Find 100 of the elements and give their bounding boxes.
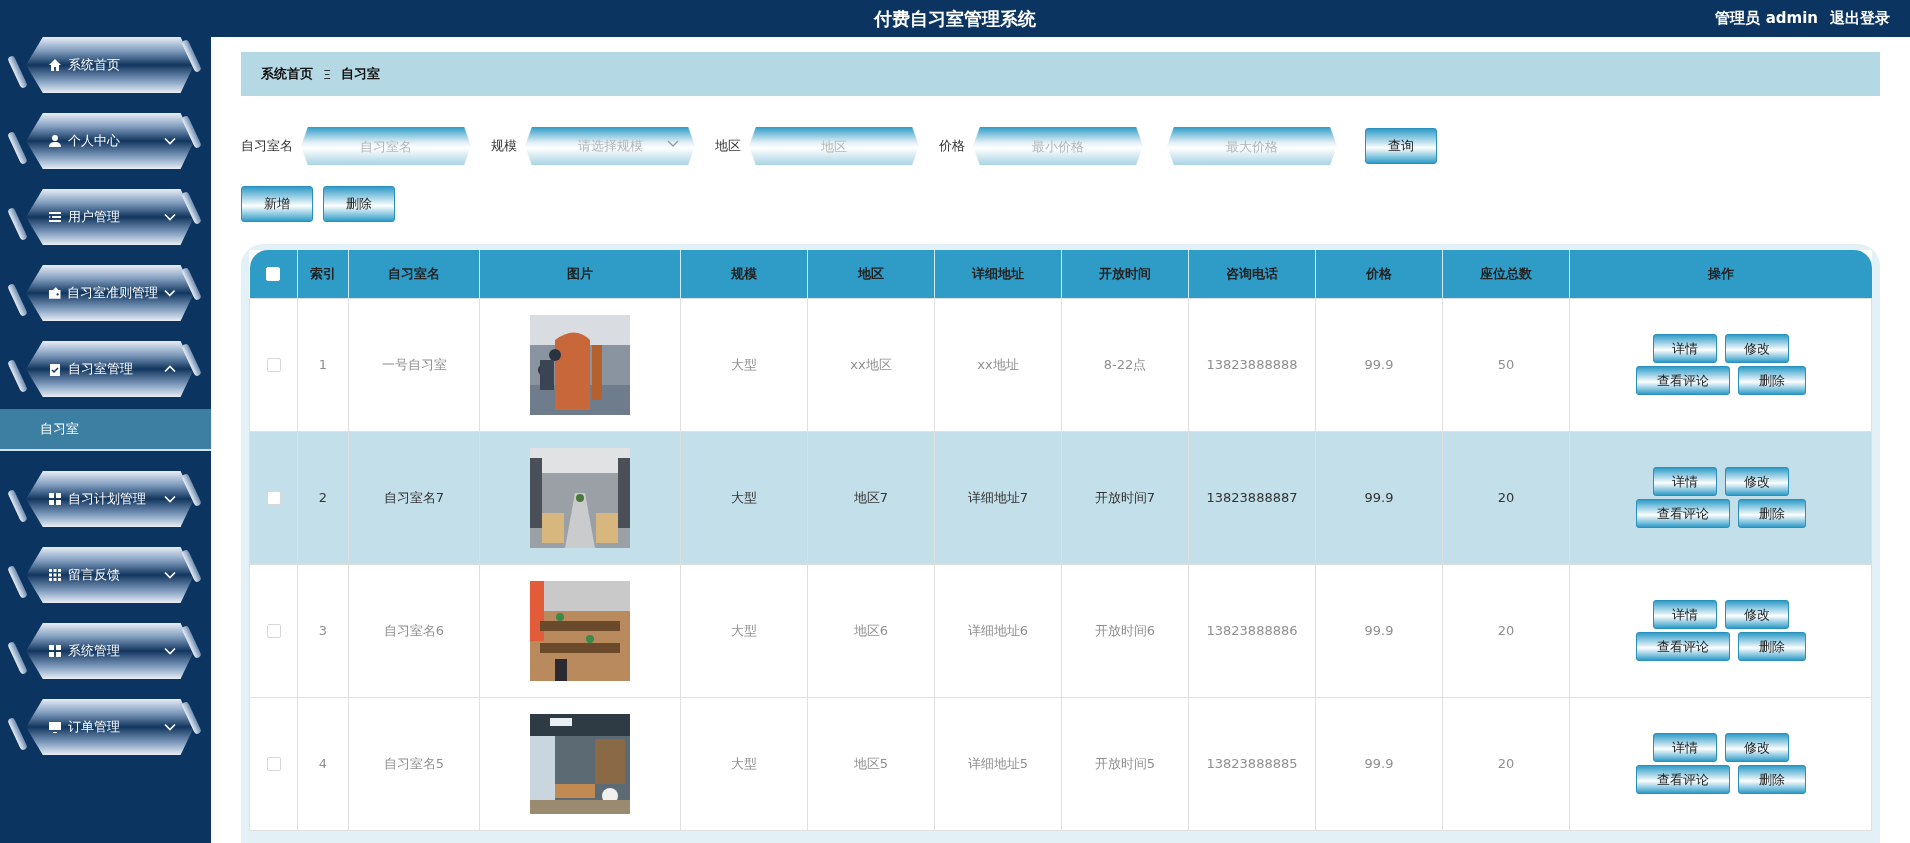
breadcrumb-item[interactable]: 系统首页 [261,65,313,83]
table-cell: 大型 [680,564,808,697]
table-cell: 1 [297,298,349,431]
table-cell: 地区6 [807,564,935,697]
action-button[interactable]: 新增 [241,186,313,222]
sidebar-item[interactable]: 订单管理 [26,699,194,755]
table-cell: 13823888885 [1188,697,1316,830]
table-cell: 自习室名5 [348,697,480,830]
column-header: 地区 [807,250,935,298]
row-action-button[interactable]: 查看评论 [1635,765,1730,794]
sidebar-item[interactable]: 系统首页 [26,37,194,93]
sidebar-item[interactable]: 个人中心 [26,113,194,169]
table-cell: 大型 [680,697,808,830]
text-field[interactable]: 自习室名 [301,127,471,165]
column-header: 咨询电话 [1188,250,1316,298]
checkbox[interactable] [266,490,281,505]
breadcrumb-separator: Ξ [323,66,332,82]
table-cell: 开放时间6 [1061,564,1189,697]
min-price-field[interactable]: 最小价格 [973,127,1143,165]
checkbox[interactable] [266,623,281,638]
table-cell: 20 [1442,564,1570,697]
table-cell: 99.9 [1315,431,1443,564]
table-cell: 开放时间7 [1061,431,1189,564]
table-cell: 20 [1442,431,1570,564]
filter-label: 价格 [939,137,965,155]
table-cell: 详细地址6 [934,564,1062,697]
user-label: 管理员 admin [1715,9,1818,28]
filter-label: 地区 [715,137,741,155]
table-cell: 地区7 [807,431,935,564]
row-action-button[interactable]: 修改 [1724,733,1789,762]
table-cell: 4 [297,697,349,830]
table-cell: 13823888887 [1188,431,1316,564]
table-cell: 开放时间5 [1061,697,1189,830]
table-cell: 大型 [680,298,808,431]
row-action-button[interactable]: 查看评论 [1635,499,1730,528]
sidebar-item[interactable]: 用户管理 [26,189,194,245]
row-action-button[interactable]: 删除 [1737,632,1806,661]
breadcrumb-item[interactable]: 自习室 [341,65,381,83]
column-header: 自习室名 [348,250,480,298]
table-cell: 一号自习室 [348,298,480,431]
column-header: 开放时间 [1061,250,1189,298]
action-button[interactable]: 删除 [323,186,395,222]
filter-label: 规模 [491,137,517,155]
filter-label: 自习室名 [241,137,293,155]
app-title: 付费自习室管理系统 [874,6,1036,31]
home-icon [48,58,62,72]
table-cell: 3 [297,564,349,697]
row-action-button[interactable]: 查看评论 [1635,632,1730,661]
chevron-icon [667,140,679,148]
clipboard-check-icon [48,362,62,376]
sidebar-item[interactable]: 自习室管理 [26,341,194,397]
table-cell: xx地区 [807,298,935,431]
table-cell: 大型 [680,431,808,564]
submenu-item[interactable]: 自习室 [0,409,211,451]
row-action-button[interactable]: 修改 [1724,334,1789,363]
table-cell: 8-22点 [1061,298,1189,431]
row-action-button[interactable]: 修改 [1724,467,1789,496]
column-header: 价格 [1315,250,1443,298]
table-cell: 详细地址5 [934,697,1062,830]
sidebar-item[interactable]: 自习室准则管理 [26,265,194,321]
table-cell: 详细地址7 [934,431,1062,564]
row-action-button[interactable]: 删除 [1737,765,1806,794]
checkbox[interactable] [266,357,281,372]
sidebar-item[interactable]: 留言反馈 [26,547,194,603]
column-header: 操作 [1569,250,1872,298]
table-cell: 13823888886 [1188,564,1316,697]
table-cell: 13823888888 [1188,298,1316,431]
checkbox[interactable] [266,756,281,771]
column-header: 座位总数 [1442,250,1570,298]
row-action-button[interactable]: 删除 [1737,499,1806,528]
row-action-button[interactable]: 查看评论 [1635,366,1730,395]
table-cell: 99.9 [1315,564,1443,697]
row-action-button[interactable]: 详情 [1652,467,1717,496]
table-cell: 99.9 [1315,697,1443,830]
row-action-button[interactable]: 详情 [1652,334,1717,363]
max-price-field[interactable]: 最大价格 [1167,127,1337,165]
table-cell: 99.9 [1315,298,1443,431]
row-action-button[interactable]: 详情 [1652,600,1717,629]
logout-link[interactable]: 退出登录 [1830,9,1890,28]
column-header: 详细地址 [934,250,1062,298]
grid-icon [48,492,62,506]
monitor-icon [48,720,62,734]
search-button[interactable]: 查询 [1365,128,1437,164]
row-action-button[interactable]: 删除 [1737,366,1806,395]
table-cell: 自习室名6 [348,564,480,697]
column-header: 图片 [479,250,681,298]
table-cell: 自习室名7 [348,431,480,564]
row-action-button[interactable]: 详情 [1652,733,1717,762]
wallet-icon [48,286,62,300]
text-field[interactable]: 地区 [749,127,919,165]
table-cell: 地区5 [807,697,935,830]
row-action-button[interactable]: 修改 [1724,600,1789,629]
sidebar-item[interactable]: 自习计划管理 [26,471,194,527]
column-header: 索引 [297,250,349,298]
user-icon [48,134,62,148]
sidebar-item[interactable]: 系统管理 [26,623,194,679]
table-cell: 20 [1442,697,1570,830]
table-cell: xx地址 [934,298,1062,431]
table-cell: 2 [297,431,349,564]
list-icon [48,210,62,224]
